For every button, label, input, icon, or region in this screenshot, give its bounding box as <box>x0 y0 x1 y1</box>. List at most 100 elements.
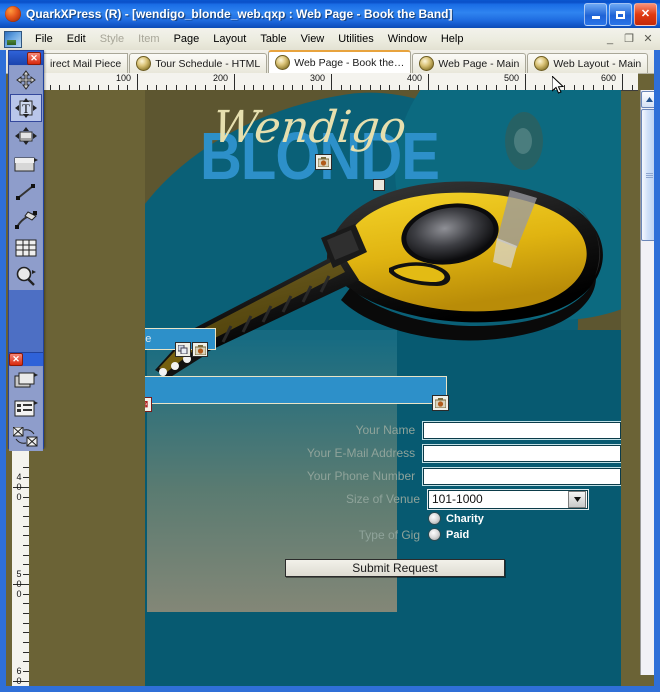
ruler-label-digit: 0 <box>16 491 22 502</box>
size-of-venue-select[interactable]: 101-1000 <box>427 488 589 510</box>
close-icon[interactable]: ✕ <box>9 353 23 366</box>
document-tab-bar: irect Mail Piece Tour Schedule - HTML We… <box>0 50 660 74</box>
text-content-tool[interactable]: T <box>10 94 42 122</box>
picture-box-handle-icon[interactable] <box>315 154 332 170</box>
ruler-tick <box>622 74 623 90</box>
tab-label: Web Page - Main <box>438 57 520 70</box>
window-title: QuarkXPress (R) - [wendigo_blonde_web.qx… <box>26 7 453 21</box>
menu-item: Item <box>138 33 160 45</box>
ruler-label-digit: 5 <box>16 568 22 579</box>
your-phone-input[interactable] <box>422 466 621 486</box>
rollover-tool[interactable] <box>10 423 42 451</box>
image-anchor-handle-icon[interactable] <box>373 179 385 191</box>
ruler-tick <box>234 74 235 90</box>
radio-label-charity: Charity <box>446 512 484 525</box>
menu-utilities[interactable]: Utilities <box>331 30 380 48</box>
menu-help[interactable]: Help <box>434 30 471 48</box>
svg-text:T: T <box>22 101 30 116</box>
menu-edit[interactable]: Edit <box>60 30 93 48</box>
layout-icon <box>534 56 550 71</box>
maximize-button[interactable] <box>609 3 632 26</box>
layout-icon <box>419 56 435 71</box>
minimize-button[interactable] <box>584 3 607 26</box>
chevron-down-icon[interactable] <box>568 490 586 508</box>
type-of-gig-radio-group: Charity Paid <box>428 512 484 541</box>
mdi-restore-button[interactable]: ❐ <box>621 31 637 46</box>
ruler-label: 400 <box>407 73 423 83</box>
menu-view[interactable]: View <box>294 30 332 48</box>
radio-button-icon[interactable] <box>428 512 441 525</box>
tool-palette-titlebar[interactable]: ✕ <box>9 51 43 65</box>
stacked-boxes-tool[interactable] <box>10 367 42 395</box>
close-icon[interactable]: ✕ <box>27 51 41 65</box>
tab-direct-mail-piece[interactable]: irect Mail Piece <box>44 53 129 73</box>
menu-page[interactable]: Page <box>167 30 207 48</box>
ruler-label-digit: 0 <box>16 481 22 492</box>
radio-option-paid[interactable]: Paid <box>428 528 484 541</box>
secondary-tool-palette[interactable]: ✕ <box>8 352 44 451</box>
scroll-up-button[interactable] <box>641 91 658 108</box>
document-canvas[interactable]: BLONDE Wendigo Navigate ⊠ <box>29 90 621 692</box>
ruler-tick <box>137 74 138 90</box>
menu-bar: File Edit Style Item Page Layout Table V… <box>0 28 660 51</box>
tab-web-page-book-the-band[interactable]: Web Page - Book the… <box>268 50 412 73</box>
rotation-tool[interactable] <box>10 122 42 150</box>
window-controls: ✕ <box>584 3 657 26</box>
mdi-minimize-button[interactable]: _ <box>602 31 618 46</box>
picture-handle-icon[interactable] <box>192 342 208 357</box>
ruler-tick <box>331 74 332 90</box>
rectangle-box-tool[interactable] <box>10 150 42 178</box>
tab-web-page-main[interactable]: Web Page - Main <box>412 53 527 73</box>
list-box-tool[interactable] <box>10 395 42 423</box>
menu-file[interactable]: File <box>28 30 60 48</box>
label-size-of-venue: Size of Venue <box>345 492 420 506</box>
form-row-name: Your Name <box>285 420 621 440</box>
tab-web-layout-main[interactable]: Web Layout - Main <box>527 53 649 73</box>
item-tool[interactable] <box>10 66 42 94</box>
close-button[interactable]: ✕ <box>634 3 657 26</box>
layout-icon <box>136 56 152 71</box>
blue-content-box[interactable] <box>145 376 447 404</box>
menu-table[interactable]: Table <box>253 30 293 48</box>
quarkxpress-window: QuarkXPress (R) - [wendigo_blonde_web.qx… <box>0 0 660 692</box>
horizontal-ruler[interactable]: 100 200 300 400 500 600 <box>28 73 638 91</box>
picture-box-handle-icon[interactable] <box>432 395 449 411</box>
empty-box-handle-icon[interactable]: ⊠ <box>145 397 152 412</box>
book-the-band-form: Your Name Your E-Mail Address Your Phone… <box>285 420 621 581</box>
secondary-palette-titlebar[interactable]: ✕ <box>9 353 43 366</box>
ruler-label: 500 <box>504 73 520 83</box>
web-page-layout[interactable]: BLONDE Wendigo Navigate ⊠ <box>145 90 621 692</box>
radio-option-charity[interactable]: Charity <box>428 512 484 525</box>
logo-wendigo-text: Wendigo <box>210 102 409 153</box>
your-email-input[interactable] <box>422 443 621 463</box>
table-tool[interactable] <box>10 234 42 262</box>
submit-request-button[interactable]: Submit Request <box>285 559 505 577</box>
ruler-label-digit: 0 <box>16 588 22 599</box>
line-tool[interactable] <box>10 178 42 206</box>
vertical-ruler[interactable]: 400500600 <box>12 448 30 692</box>
label-type-of-gig: Type of Gig <box>358 528 420 542</box>
link-handle-icon[interactable] <box>175 342 191 357</box>
scrollbar-thumb[interactable] <box>641 109 658 241</box>
ruler-tick <box>428 74 429 90</box>
scrollbar-grip-icon <box>646 171 653 179</box>
bezier-pen-tool[interactable] <box>10 206 42 234</box>
mdi-close-button[interactable]: ✕ <box>640 31 656 46</box>
menu-window[interactable]: Window <box>381 30 434 48</box>
vertical-scrollbar[interactable] <box>640 90 658 675</box>
ruler-label: 100 <box>116 73 132 83</box>
decorative-oval <box>505 112 543 170</box>
ruler-tick <box>525 74 526 90</box>
your-name-input[interactable] <box>422 420 621 440</box>
radio-button-icon[interactable] <box>428 528 441 541</box>
tool-list: T <box>9 65 43 290</box>
tab-label: Web Page - Book the… <box>294 56 405 69</box>
menu-layout[interactable]: Layout <box>206 30 253 48</box>
tab-tour-schedule-html[interactable]: Tour Schedule - HTML <box>129 53 268 73</box>
quark-logo-icon <box>5 6 21 22</box>
layout-icon <box>275 55 291 70</box>
size-of-venue-value: 101-1000 <box>432 492 483 506</box>
label-your-phone-number: Your Phone Number <box>306 469 416 483</box>
label-your-email-address: Your E-Mail Address <box>306 446 416 460</box>
zoom-tool[interactable] <box>10 262 42 290</box>
